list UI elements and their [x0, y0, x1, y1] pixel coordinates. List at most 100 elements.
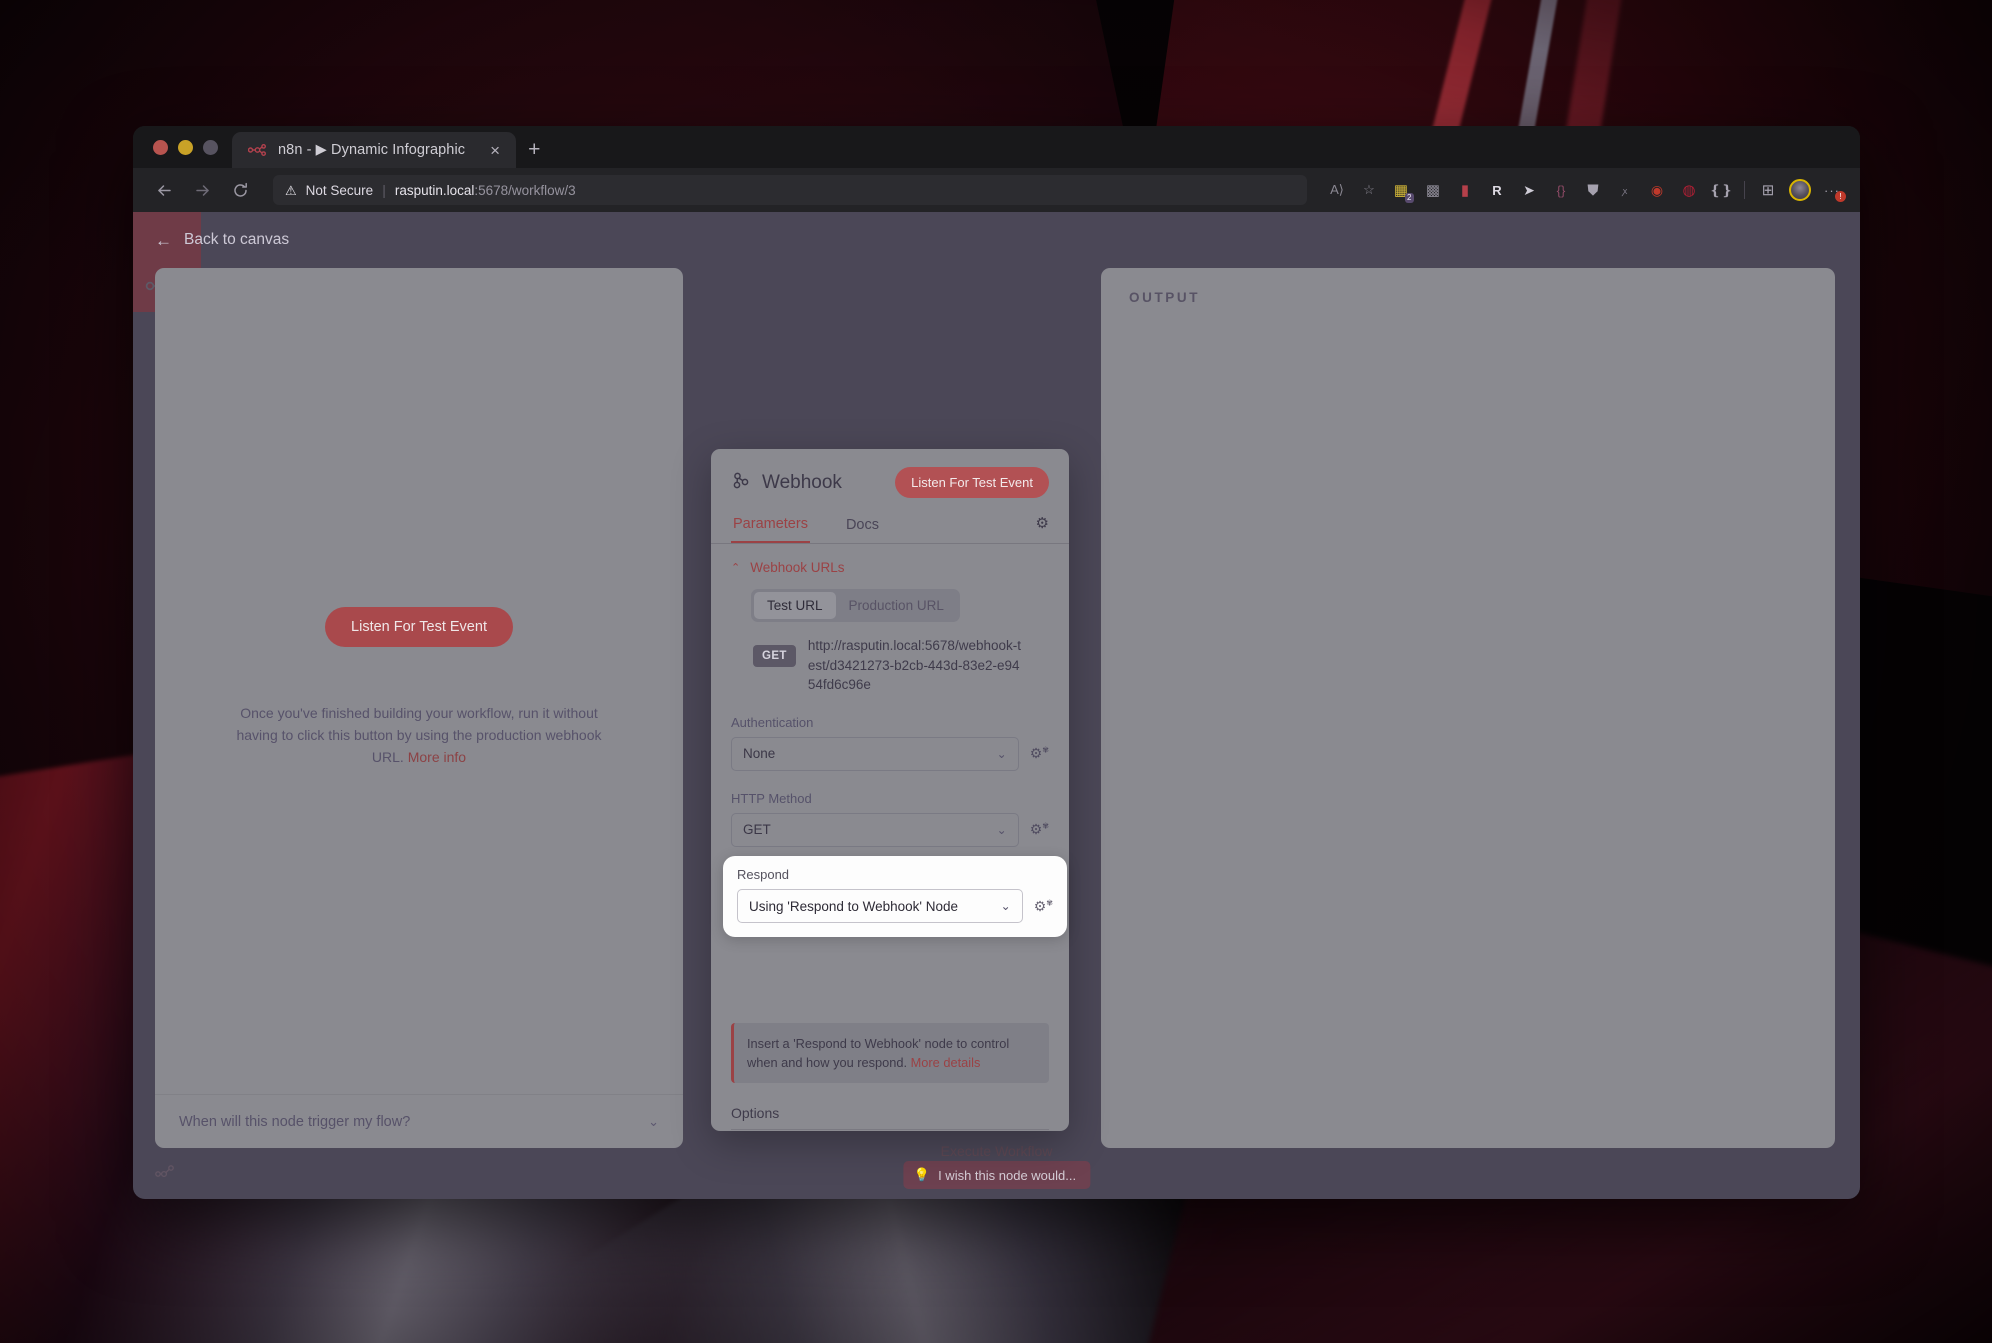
- maximize-window-button[interactable]: [203, 139, 218, 155]
- app-bottom-bar: Execute Workflow 💡 I wish this node woul…: [133, 1143, 1860, 1199]
- back-button[interactable]: [147, 175, 181, 205]
- extension-r-icon[interactable]: R: [1481, 175, 1513, 205]
- arrow-left-icon: ←: [155, 230, 172, 250]
- add-favorite-icon[interactable]: ☆: [1353, 175, 1385, 205]
- settings-cogs-icon[interactable]: ⚙✾: [1030, 821, 1049, 838]
- respond-row: Using 'Respond to Webhook' Node ⌄ ⚙✾: [737, 889, 1053, 923]
- extension-basket-icon[interactable]: ◉: [1641, 175, 1673, 205]
- extension-notes-icon[interactable]: ▦ 2: [1385, 175, 1417, 205]
- split-screen-icon[interactable]: ⊞: [1752, 175, 1784, 205]
- settings-cogs-icon[interactable]: ⚙✾: [1030, 745, 1049, 762]
- respond-label: Respond: [737, 867, 790, 882]
- url-path: :5678/workflow/3: [474, 182, 576, 198]
- trigger-question-label: When will this node trigger my flow?: [179, 1113, 411, 1130]
- toolbar-divider: [1744, 181, 1745, 199]
- webhook-urls-section-toggle[interactable]: ⌃ Webhook URLs: [731, 560, 1049, 575]
- url-host: rasputin.local: [394, 182, 475, 198]
- desktop-wallpaper: n8n - ▶ Dynamic Infographic × + ⚠ Not Se…: [0, 0, 1992, 1343]
- http-method-label: HTTP Method: [731, 790, 812, 806]
- node-feedback-label: I wish this node would...: [938, 1167, 1077, 1183]
- authentication-label: Authentication: [731, 714, 814, 730]
- browser-tab[interactable]: n8n - ▶ Dynamic Infographic ×: [232, 132, 517, 168]
- extension-cursor-icon[interactable]: ➤: [1513, 175, 1545, 205]
- output-panel: OUTPUT: [1101, 268, 1835, 1148]
- chevron-down-icon: ⌄: [648, 1113, 659, 1129]
- not-secure-warning-icon: ⚠: [285, 182, 297, 198]
- window-traffic-lights: [147, 126, 232, 168]
- input-panel-body: Listen For Test Event Once you've finish…: [155, 228, 683, 1148]
- lightbulb-icon: 💡: [913, 1167, 931, 1182]
- extension-shield-icon[interactable]: ⛊: [1577, 175, 1609, 205]
- extension-drop-icon[interactable]: ◍: [1673, 175, 1705, 205]
- minimize-window-button[interactable]: [178, 139, 193, 155]
- extension-cookie-icon[interactable]: ▩: [1417, 175, 1449, 205]
- trigger-question-accordion[interactable]: When will this node trigger my flow? ⌄: [155, 1094, 683, 1148]
- respond-notice: Insert a 'Respond to Webhook' node to co…: [731, 1022, 1049, 1084]
- webhook-url-text[interactable]: http://rasputin.local:5678/webhook-test/…: [808, 636, 1026, 695]
- forward-button[interactable]: [185, 175, 219, 205]
- menu-alert-badge: !: [1835, 191, 1846, 202]
- panel-tabs: Parameters Docs ⚙: [711, 510, 1069, 544]
- panel-scroll-area: ⌃ Webhook URLs Test URL Production URL G…: [711, 544, 1069, 1131]
- back-to-canvas-button[interactable]: ← Back to canvas: [155, 231, 289, 249]
- panel-title-group: Webhook: [731, 470, 842, 495]
- respond-field-highlight: Respond Using 'Respond to Webhook' Node …: [723, 856, 1067, 937]
- tab-docs[interactable]: Docs: [844, 511, 881, 542]
- http-method-row: GET ⌄ ⚙✾: [731, 812, 1049, 847]
- read-aloud-icon[interactable]: A⟩: [1321, 175, 1353, 205]
- address-bar[interactable]: ⚠ Not Secure | rasputin.local:5678/workf…: [273, 175, 1307, 205]
- listen-for-test-event-button[interactable]: Listen For Test Event: [325, 607, 513, 648]
- back-to-canvas-label: Back to canvas: [184, 231, 290, 248]
- options-heading: Options: [731, 1105, 1049, 1131]
- url-type-toggle: Test URL Production URL: [751, 589, 960, 622]
- gear-icon[interactable]: ⚙: [1036, 514, 1049, 539]
- listen-hint-text: Once you've finished building your workf…: [219, 703, 619, 768]
- extension-badge-count: 2: [1404, 193, 1414, 203]
- browser-menu-icon[interactable]: ···!: [1816, 175, 1848, 205]
- reload-button[interactable]: [223, 175, 257, 205]
- http-method-chip: GET: [753, 645, 796, 667]
- authentication-row: None ⌄ ⚙✾: [731, 736, 1049, 771]
- webhook-url-row: GET http://rasputin.local:5678/webhook-t…: [753, 636, 1049, 695]
- http-method-select[interactable]: GET ⌄: [731, 812, 1019, 847]
- tab-parameters[interactable]: Parameters: [731, 510, 810, 543]
- omnibox-separator: |: [382, 182, 386, 198]
- close-window-button[interactable]: [153, 139, 168, 155]
- browser-tab-title: n8n - ▶ Dynamic Infographic: [278, 142, 466, 158]
- more-details-link[interactable]: More details: [911, 1055, 981, 1070]
- execute-workflow-button[interactable]: Execute Workflow: [941, 1143, 1053, 1159]
- webhook-icon: [731, 470, 751, 495]
- extension-puzzle-icon[interactable]: ❴❵: [1705, 175, 1737, 205]
- panel-header: Webhook Listen For Test Event: [711, 449, 1069, 498]
- chevron-down-icon: ⌄: [996, 746, 1007, 761]
- more-info-link[interactable]: More info: [408, 749, 466, 765]
- extension-text-icon[interactable]: ꭗ: [1609, 175, 1641, 205]
- chevron-down-icon: ⌄: [996, 822, 1007, 837]
- extension-person-icon[interactable]: ▮: [1449, 175, 1481, 205]
- input-panel: Listen For Test Event Once you've finish…: [155, 268, 683, 1148]
- security-status-label: Not Secure: [305, 182, 374, 198]
- n8n-canvas-mark-icon: [155, 1164, 177, 1185]
- test-url-toggle-button[interactable]: Test URL: [754, 592, 836, 619]
- execute-workflow-group: Execute Workflow 💡 I wish this node woul…: [902, 1143, 1091, 1189]
- close-icon[interactable]: ×: [486, 142, 504, 159]
- http-method-field: HTTP Method GET ⌄ ⚙✾: [731, 791, 1049, 847]
- browser-navigation-bar: ⚠ Not Secure | rasputin.local:5678/workf…: [133, 168, 1860, 212]
- panel-listen-for-test-event-button[interactable]: Listen For Test Event: [895, 467, 1049, 498]
- chevron-down-icon: ⌄: [1000, 899, 1011, 913]
- production-url-toggle-button[interactable]: Production URL: [836, 592, 957, 619]
- authentication-select[interactable]: None ⌄: [731, 736, 1019, 771]
- http-method-value: GET: [743, 822, 771, 838]
- browser-window: n8n - ▶ Dynamic Infographic × + ⚠ Not Se…: [133, 126, 1860, 1199]
- node-feedback-button[interactable]: 💡 I wish this node would...: [902, 1161, 1091, 1189]
- settings-cogs-icon[interactable]: ⚙✾: [1034, 898, 1053, 915]
- profile-avatar[interactable]: [1784, 175, 1816, 205]
- webhook-urls-label: Webhook URLs: [750, 560, 845, 575]
- chevron-up-icon: ⌃: [731, 562, 741, 574]
- browser-toolbar-icons: A⟩ ☆ ▦ 2 ▩ ▮ R ➤ {} ⛊ ꭗ ◉ ◍ ❴❵ ⊞ ···!: [1321, 175, 1848, 205]
- extension-brackets-icon[interactable]: {}: [1545, 175, 1577, 205]
- respond-select[interactable]: Using 'Respond to Webhook' Node ⌄: [737, 889, 1023, 923]
- new-tab-button[interactable]: +: [516, 139, 552, 160]
- node-title: Webhook: [762, 471, 842, 493]
- authentication-field: Authentication None ⌄ ⚙✾: [731, 715, 1049, 771]
